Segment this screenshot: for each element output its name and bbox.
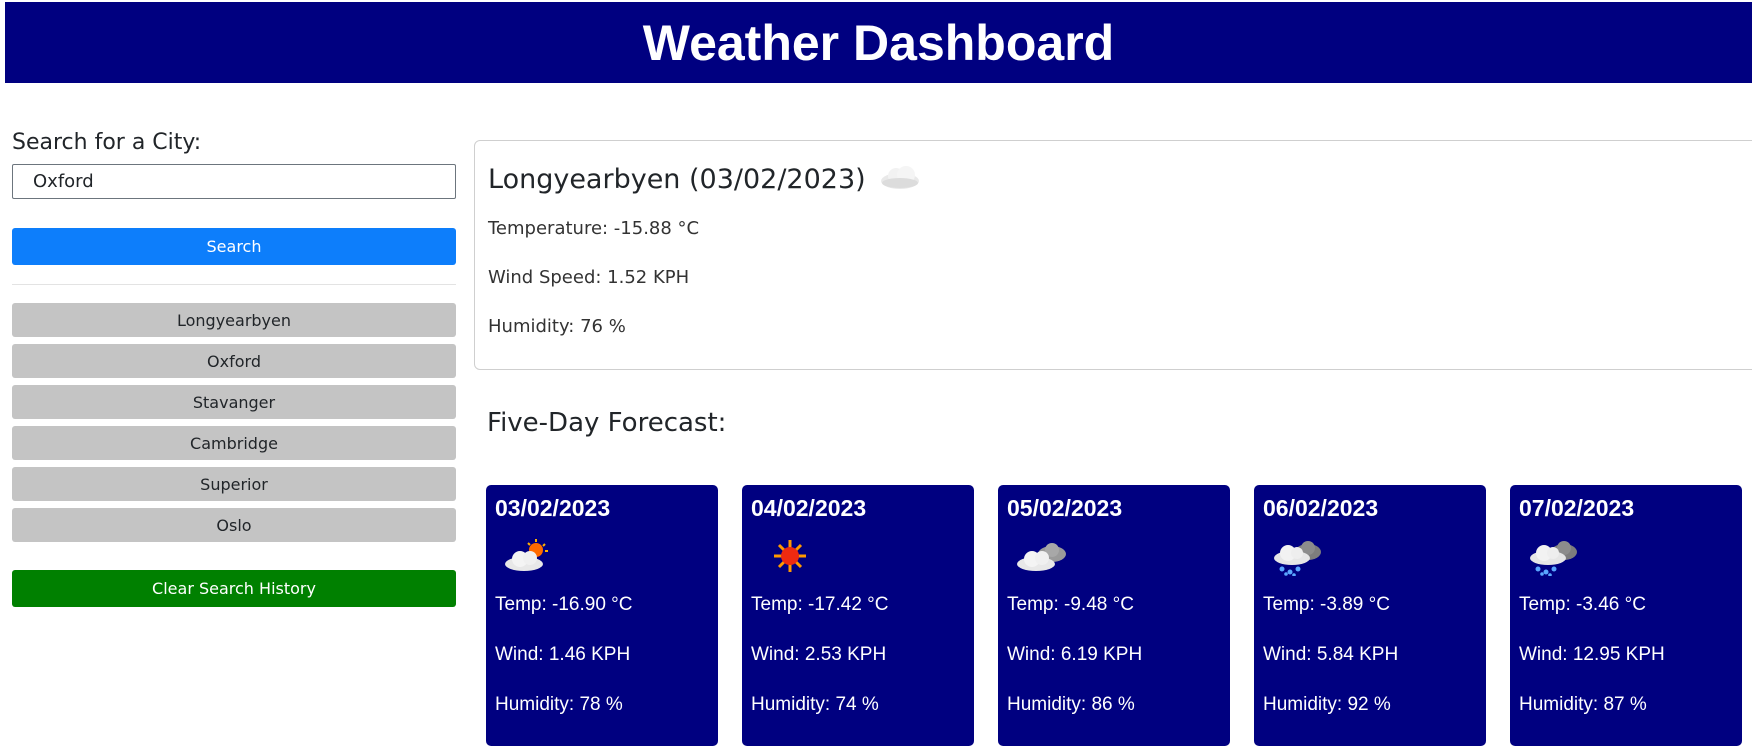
search-input[interactable]: [12, 164, 456, 199]
forecast-wind: Wind: 5.84 KPH: [1263, 644, 1399, 665]
current-weather-panel: Longyearbyen (03/02/2023) Temperature: -…: [474, 140, 1752, 370]
snow-icon: [1263, 536, 1477, 580]
forecast-date: 07/02/2023: [1519, 495, 1635, 521]
partly-cloudy-icon: [495, 536, 709, 580]
snow-icon: [1519, 536, 1733, 580]
forecast-date: 05/02/2023: [1007, 495, 1123, 521]
cloud-icon: [878, 161, 922, 198]
forecast-card: 06/02/2023 Temp: -3.89 °C Wind: 5.84 KPH…: [1254, 485, 1486, 746]
current-weather-heading: Longyearbyen (03/02/2023): [488, 161, 1750, 198]
sun-icon: [751, 536, 965, 580]
forecast-temp: Temp: -9.48 °C: [1007, 594, 1134, 615]
forecast-temp: Temp: -17.42 °C: [751, 594, 889, 615]
history-item-longyearbyen[interactable]: Longyearbyen: [12, 303, 456, 337]
forecast-card: 07/02/2023 Temp: -3.46 °C Wind: 12.95 KP…: [1510, 485, 1742, 746]
forecast-humidity: Humidity: 92 %: [1263, 694, 1391, 715]
forecast-temp: Temp: -3.89 °C: [1263, 594, 1390, 615]
divider: [12, 284, 456, 285]
history-item-stavanger[interactable]: Stavanger: [12, 385, 456, 419]
forecast-wind: Wind: 12.95 KPH: [1519, 644, 1665, 665]
current-weather-title: Longyearbyen (03/02/2023): [488, 164, 866, 195]
forecast-date: 03/02/2023: [495, 495, 611, 521]
search-button[interactable]: Search: [12, 228, 456, 265]
forecast-cards: 03/02/2023 Temp: -16.90 °C Wind: 1.46 KP…: [486, 485, 1742, 746]
current-wind-speed: Wind Speed: 1.52 KPH: [488, 267, 690, 288]
forecast-card: 03/02/2023 Temp: -16.90 °C Wind: 1.46 KP…: [486, 485, 718, 746]
forecast-humidity: Humidity: 87 %: [1519, 694, 1647, 715]
search-history-list: Longyearbyen Oxford Stavanger Cambridge …: [12, 303, 456, 542]
history-item-oslo[interactable]: Oslo: [12, 508, 456, 542]
page-header: Weather Dashboard: [5, 2, 1752, 83]
history-item-superior[interactable]: Superior: [12, 467, 456, 501]
forecast-date: 06/02/2023: [1263, 495, 1379, 521]
forecast-temp: Temp: -16.90 °C: [495, 594, 633, 615]
forecast-humidity: Humidity: 86 %: [1007, 694, 1135, 715]
forecast-card: 05/02/2023 Temp: -9.48 °C Wind: 6.19 KPH…: [998, 485, 1230, 746]
history-item-cambridge[interactable]: Cambridge: [12, 426, 456, 460]
sidebar: Search for a City: Search Longyearbyen O…: [12, 125, 456, 607]
forecast-temp: Temp: -3.46 °C: [1519, 594, 1646, 615]
search-label: Search for a City:: [12, 130, 202, 155]
forecast-title: Five-Day Forecast:: [487, 408, 727, 438]
forecast-humidity: Humidity: 78 %: [495, 694, 623, 715]
forecast-card: 04/02/2023 Temp: -17.42 °C Wind: 2.53 KP…: [742, 485, 974, 746]
history-item-oxford[interactable]: Oxford: [12, 344, 456, 378]
current-humidity: Humidity: 76 %: [488, 316, 626, 337]
forecast-date: 04/02/2023: [751, 495, 867, 521]
forecast-humidity: Humidity: 74 %: [751, 694, 879, 715]
clear-history-button[interactable]: Clear Search History: [12, 570, 456, 607]
page-title: Weather Dashboard: [642, 14, 1115, 71]
current-temperature: Temperature: -15.88 °C: [488, 218, 700, 239]
forecast-wind: Wind: 2.53 KPH: [751, 644, 887, 665]
forecast-wind: Wind: 1.46 KPH: [495, 644, 631, 665]
cloudy-icon: [1007, 536, 1221, 580]
forecast-wind: Wind: 6.19 KPH: [1007, 644, 1143, 665]
